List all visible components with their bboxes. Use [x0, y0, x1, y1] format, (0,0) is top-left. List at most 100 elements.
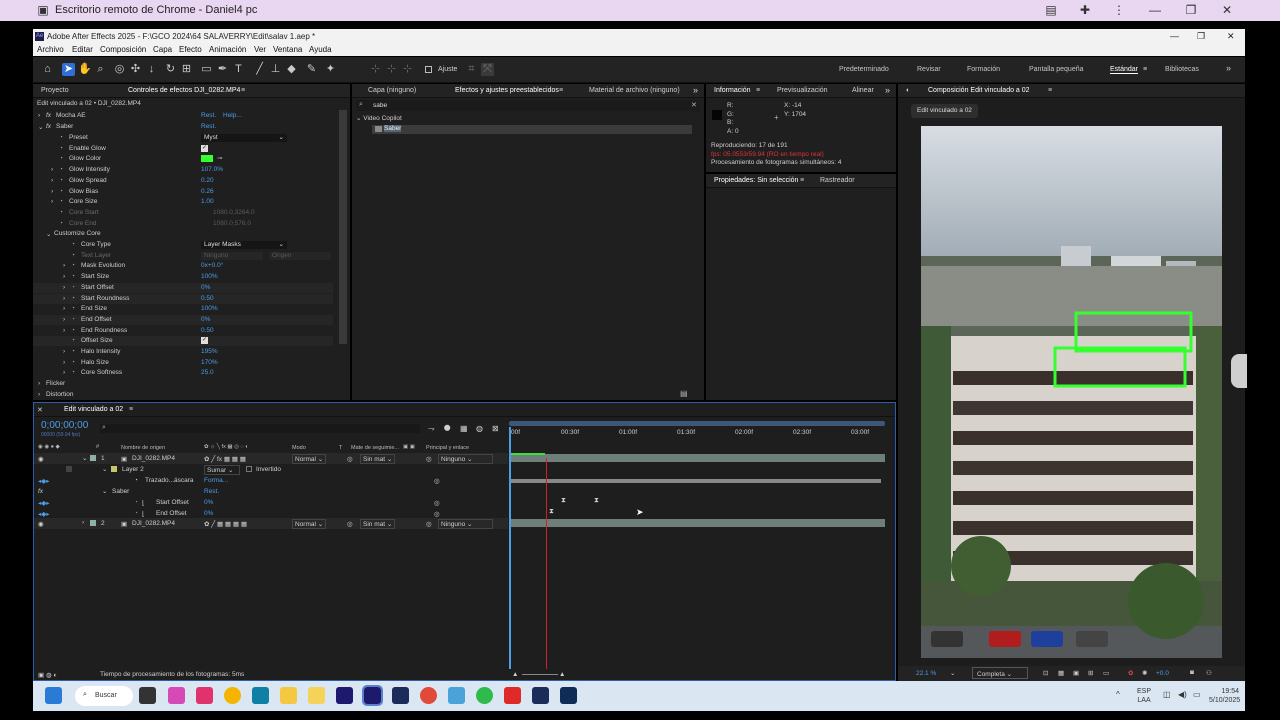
text-tool-icon[interactable]: T	[232, 63, 245, 76]
view-axis-icon[interactable]: ⊹	[401, 63, 414, 76]
stopwatch-icon[interactable]: ◔	[71, 359, 75, 366]
effect-property-row[interactable]: ◔ Core End 1080.0,576.0	[33, 219, 333, 229]
collapse-arrow-icon[interactable]: ⌄	[356, 115, 361, 122]
expand-arrow-icon[interactable]: ›	[38, 391, 40, 398]
more-icon[interactable]: ⋮	[1112, 3, 1126, 17]
tray-chevron-icon[interactable]: ^	[1116, 690, 1120, 699]
visibility-eye-icon[interactable]: ◉	[38, 455, 44, 463]
effect-dropdown[interactable]: Layer Masks ⌄	[201, 241, 287, 249]
effect-property-value[interactable]: 1080.0,3264.0	[213, 209, 255, 216]
stopwatch-icon[interactable]: ◔	[71, 241, 75, 248]
mask-lock-box[interactable]	[66, 466, 72, 472]
local-axis-icon[interactable]: ⊹	[369, 63, 382, 76]
color-management-icon[interactable]: ✿	[1128, 669, 1133, 677]
workspace-revisar[interactable]: Revisar	[917, 66, 941, 73]
mocha-help-link[interactable]: Help...	[223, 112, 242, 119]
properties-menu-icon[interactable]: ≡	[800, 177, 804, 184]
glow-color-swatch[interactable]	[201, 155, 213, 163]
minimize-icon[interactable]: —	[1148, 3, 1162, 17]
app-icon[interactable]	[252, 687, 269, 704]
pickwhip-icon[interactable]: ◎	[434, 499, 440, 507]
menu-efecto[interactable]: Efecto	[179, 45, 202, 54]
expand-arrow-icon[interactable]: ›	[63, 369, 65, 376]
workspace-formacion[interactable]: Formación	[967, 66, 1000, 73]
panels-overflow-icon[interactable]: »	[693, 85, 698, 95]
effect-checkbox[interactable]: ✓	[201, 144, 208, 152]
hand-tool-icon[interactable]: ✋	[78, 63, 92, 76]
expand-arrow-icon[interactable]: ›	[82, 519, 84, 526]
chrome-icon[interactable]	[224, 687, 241, 704]
photos-icon[interactable]	[448, 687, 465, 704]
menu-ver[interactable]: Ver	[254, 45, 266, 54]
effect-property-value[interactable]: 0%	[201, 316, 210, 323]
playhead[interactable]	[509, 427, 511, 680]
collapse-arrow-icon[interactable]: ⌄	[102, 487, 107, 495]
effect-property-value[interactable]: 195%	[201, 348, 218, 355]
eyedropper-icon[interactable]: ⊸	[217, 154, 222, 162]
stopwatch-icon[interactable]: ◔	[71, 295, 75, 302]
menu-editar[interactable]: Editar	[72, 45, 93, 54]
layer-row-1[interactable]: ◉ ⌄ 1 ▣ DJI_0282.MP4 ✿ ╱ fx ▦ ▦ ▦ Normal…	[34, 453, 508, 464]
effect-property-row[interactable]: › ◔ Glow Intensity 107.0%	[33, 165, 333, 175]
menu-ayuda[interactable]: Ayuda	[309, 45, 332, 54]
stopwatch-icon[interactable]: ◔	[71, 284, 75, 291]
keyframe-icon[interactable]: ⧗	[561, 497, 566, 505]
expand-arrow-icon[interactable]: ›	[51, 198, 53, 205]
effect-saber[interactable]: ⌄ fx Saber Rest.	[33, 122, 333, 132]
layer-mode-dropdown[interactable]: Normal ⌄	[292, 519, 327, 529]
app-maximize-icon[interactable]: ❐	[1197, 31, 1205, 42]
layer-switches-icons[interactable]: ✿ ╱ ▦ ▦ ▦ ▦	[204, 520, 247, 528]
collapse-arrow-icon[interactable]: ⌄	[82, 454, 87, 462]
expand-arrow-icon[interactable]: ›	[63, 262, 65, 269]
effect-item-saber[interactable]: Saber	[372, 125, 692, 134]
effect-property-row[interactable]: › ◔ End Size 100%	[33, 304, 333, 314]
after-effects-icon[interactable]	[362, 685, 383, 706]
tab-layer[interactable]: Capa (ninguno)	[368, 87, 416, 94]
col-track-matte[interactable]: Mate de seguimie...	[351, 445, 399, 451]
effect-property-row[interactable]: ◔ Core Start 1080.0,3264.0	[33, 208, 333, 218]
language-indicator[interactable]: ESP LAA	[1137, 687, 1151, 705]
resolution-dropdown[interactable]: Completa ⌄	[972, 667, 1028, 679]
new-folder-icon[interactable]: ▤	[680, 389, 688, 398]
fx-icon[interactable]: fx	[46, 123, 51, 130]
zoom-tool-icon[interactable]: ⌕	[94, 63, 107, 76]
comp-mini-flowchart-icon[interactable]: ⇁	[428, 424, 435, 433]
pickwhip-icon[interactable]: ◎	[434, 477, 440, 485]
stopwatch-icon[interactable]: ◔	[59, 198, 63, 205]
maximize-icon[interactable]: ❐	[1184, 3, 1198, 17]
saber-reset-link[interactable]: Rest.	[201, 123, 216, 130]
layer-switches-icons[interactable]: ✿ ╱ fx ▦ ▦ ▦	[204, 455, 246, 463]
home-icon[interactable]: ⌂	[41, 63, 54, 76]
effect-property-row[interactable]: ◔ Text Layer Ninguno Origen	[33, 251, 333, 261]
pickwhip-icon[interactable]: ◎	[426, 455, 432, 463]
expand-arrow-icon[interactable]: ›	[51, 166, 53, 173]
stopwatch-icon[interactable]: ◔	[59, 155, 63, 162]
keyframe-icon[interactable]: ⧗	[594, 497, 599, 505]
tab-align[interactable]: Alinear	[852, 87, 874, 94]
comp-menu-icon[interactable]: ≡	[1048, 87, 1052, 94]
col-source-name[interactable]: Nombre de origen	[121, 445, 165, 451]
pickwhip-icon[interactable]: ◎	[426, 520, 432, 528]
puppet-tool-icon[interactable]: ✦	[324, 63, 337, 76]
mask-path-value[interactable]: Forma...	[204, 477, 228, 484]
expand-arrow-icon[interactable]: ›	[38, 112, 40, 119]
fx-icon[interactable]: fx	[38, 488, 43, 495]
close-icon[interactable]: ✕	[1220, 3, 1234, 17]
effect-property-row[interactable]: ◔ Offset Size ✓	[33, 336, 333, 347]
col-t[interactable]: T	[339, 445, 342, 451]
roi-icon[interactable]: ⊡	[1043, 669, 1048, 677]
effect-property-row[interactable]: ⌄ Customize Core	[33, 229, 333, 239]
layer-row-2[interactable]: ◉ › 2 ▣ DJI_0282.MP4 ✿ ╱ ▦ ▦ ▦ ▦ Normal …	[34, 518, 508, 529]
col-parent[interactable]: Principal y enlace	[426, 445, 469, 451]
label-color-swatch[interactable]	[90, 455, 96, 461]
stopwatch-icon[interactable]: ◔	[71, 327, 75, 334]
zoom-slider[interactable]	[522, 674, 558, 675]
col-mode[interactable]: Modo	[292, 445, 306, 451]
effect-property-row[interactable]: › ◔ Mask Evolution 0x+0.0°	[33, 261, 333, 271]
effect-property-value[interactable]: 0.50	[201, 295, 214, 302]
shy-layers-icon[interactable]: ▦	[460, 424, 468, 433]
snap-checkbox[interactable]	[425, 66, 432, 73]
mask-visibility-icon[interactable]: ▣	[1073, 669, 1079, 677]
effect-property-value[interactable]: 0%	[201, 284, 210, 291]
mask-path-keyframes[interactable]	[509, 479, 881, 483]
